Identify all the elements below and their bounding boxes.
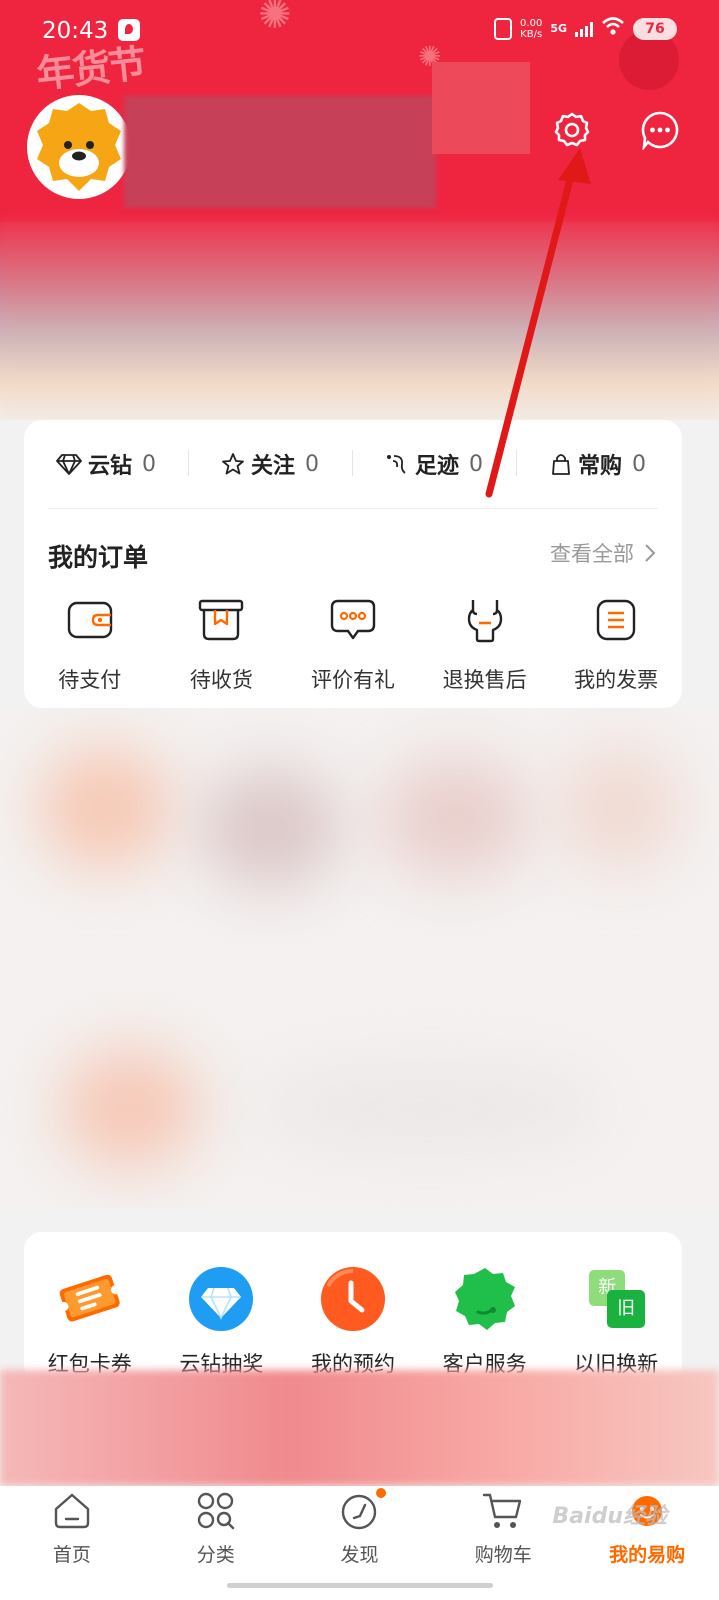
lion-mascot-icon <box>37 103 121 191</box>
clock-icon <box>320 1267 385 1331</box>
footprint-icon <box>386 455 406 474</box>
settings-button[interactable] <box>550 108 594 152</box>
invoice-icon <box>596 599 636 641</box>
stat-value: 0 <box>142 451 156 477</box>
stat-label: 常购 <box>577 454 622 479</box>
order-item-label: 退换售后 <box>442 668 527 692</box>
order-pending-receipt[interactable]: 待收货 <box>156 596 288 694</box>
order-pending-payment[interactable]: 待支付 <box>24 596 156 694</box>
box-icon <box>199 599 244 641</box>
account-card: 云钻 0 关注 0 足迹 0 常购 0 我的订单 查看全部 待支付 待收货 评价… <box>24 420 682 708</box>
service-coupons[interactable]: 红包卡券 <box>24 1266 156 1378</box>
wifi-icon <box>601 16 625 41</box>
message-more-icon <box>641 111 679 150</box>
stat-value: 0 <box>469 451 483 477</box>
vibrate-icon <box>494 17 513 40</box>
blurred-content-area <box>0 708 719 1208</box>
tab-label: 发现 <box>340 1544 379 1566</box>
tab-home[interactable]: 首页 <box>0 1486 144 1600</box>
order-review[interactable]: 评价有礼 <box>287 596 419 694</box>
stat-label: 足迹 <box>414 454 459 479</box>
stat-label: 云钻 <box>87 454 132 479</box>
status-bar: 20:43 0.00 KB/s 5G 76 <box>0 14 719 50</box>
avatar[interactable] <box>27 95 131 199</box>
messages-button[interactable] <box>638 108 682 152</box>
home-icon <box>54 1493 90 1529</box>
trade-in-icon: 新 旧 <box>583 1266 649 1332</box>
service-trade-in[interactable]: 新 旧 以旧换新 <box>550 1266 682 1378</box>
order-item-label: 待收货 <box>189 668 253 692</box>
order-item-label: 评价有礼 <box>310 668 395 692</box>
tab-label: 分类 <box>196 1544 235 1566</box>
cart-icon <box>483 1493 522 1528</box>
battery-indicator: 76 <box>633 17 677 40</box>
comment-icon <box>330 599 376 640</box>
wallet-icon <box>67 601 112 639</box>
app-notification-icon <box>118 19 140 41</box>
settings-gear-icon <box>554 112 590 147</box>
wrench-icon <box>467 600 502 643</box>
tab-label: 我的易购 <box>609 1544 686 1566</box>
category-icon <box>197 1492 234 1530</box>
profile-header: 年货节 ✺ ✺ <box>0 0 719 420</box>
discover-icon <box>342 1494 377 1530</box>
stat-value: 0 <box>632 451 646 477</box>
stat-frequent[interactable]: 常购 0 <box>516 448 680 480</box>
view-all-label: 查看全部 <box>550 542 634 566</box>
stat-yunzuan[interactable]: 云钻 0 <box>24 448 188 480</box>
order-invoice[interactable]: 我的发票 <box>550 596 682 694</box>
star-icon <box>222 453 244 475</box>
notification-dot <box>375 1488 386 1498</box>
orders-title: 我的订单 <box>48 543 149 572</box>
services-card: 红包卡券 云钻抽奖 我的预约 客户服务 新 旧 以旧换新 <box>24 1232 682 1382</box>
order-item-label: 我的发票 <box>574 668 659 692</box>
diamond-lottery-icon <box>189 1267 254 1331</box>
stat-label: 关注 <box>250 454 295 479</box>
order-item-label: 待支付 <box>58 668 122 692</box>
service-appointments[interactable]: 我的预约 <box>287 1266 419 1378</box>
watermark: Baidu经验 <box>552 1504 667 1529</box>
network-speed: 0.00 KB/s <box>520 17 543 40</box>
order-status-row: 待支付 待收货 评价有礼 退换售后 我的发票 <box>24 596 682 694</box>
services-row: 红包卡券 云钻抽奖 我的预约 客户服务 新 旧 以旧换新 <box>24 1266 682 1378</box>
service-lottery[interactable]: 云钻抽奖 <box>156 1266 288 1378</box>
trade-in-old-badge: 旧 <box>607 1290 646 1328</box>
status-time: 20:43 <box>42 18 109 44</box>
tab-label: 购物车 <box>474 1544 532 1566</box>
signal-icon <box>575 21 593 37</box>
home-indicator[interactable] <box>227 1583 493 1588</box>
bag-icon <box>552 454 570 475</box>
order-after-sales[interactable]: 退换售后 <box>419 596 551 694</box>
stat-value: 0 <box>305 451 319 477</box>
divider <box>48 508 658 509</box>
stats-row: 云钻 0 关注 0 足迹 0 常购 0 <box>24 420 682 508</box>
network-type: 5G <box>550 22 567 35</box>
username-blurred <box>124 96 436 208</box>
tab-label: 首页 <box>52 1544 91 1566</box>
chevron-right-icon <box>645 544 656 562</box>
stat-footprint[interactable]: 足迹 0 <box>352 448 516 480</box>
stat-follow[interactable]: 关注 0 <box>188 448 352 480</box>
blurred-promo-banner <box>0 1370 719 1486</box>
service-customer-service[interactable]: 客户服务 <box>419 1266 551 1378</box>
blurred-banner <box>0 222 719 420</box>
view-all-orders-link[interactable]: 查看全部 <box>550 538 656 568</box>
level-badge-blurred <box>432 62 530 154</box>
diamond-icon <box>56 454 82 475</box>
coupon-icon <box>58 1274 121 1322</box>
customer-service-icon <box>454 1268 515 1330</box>
